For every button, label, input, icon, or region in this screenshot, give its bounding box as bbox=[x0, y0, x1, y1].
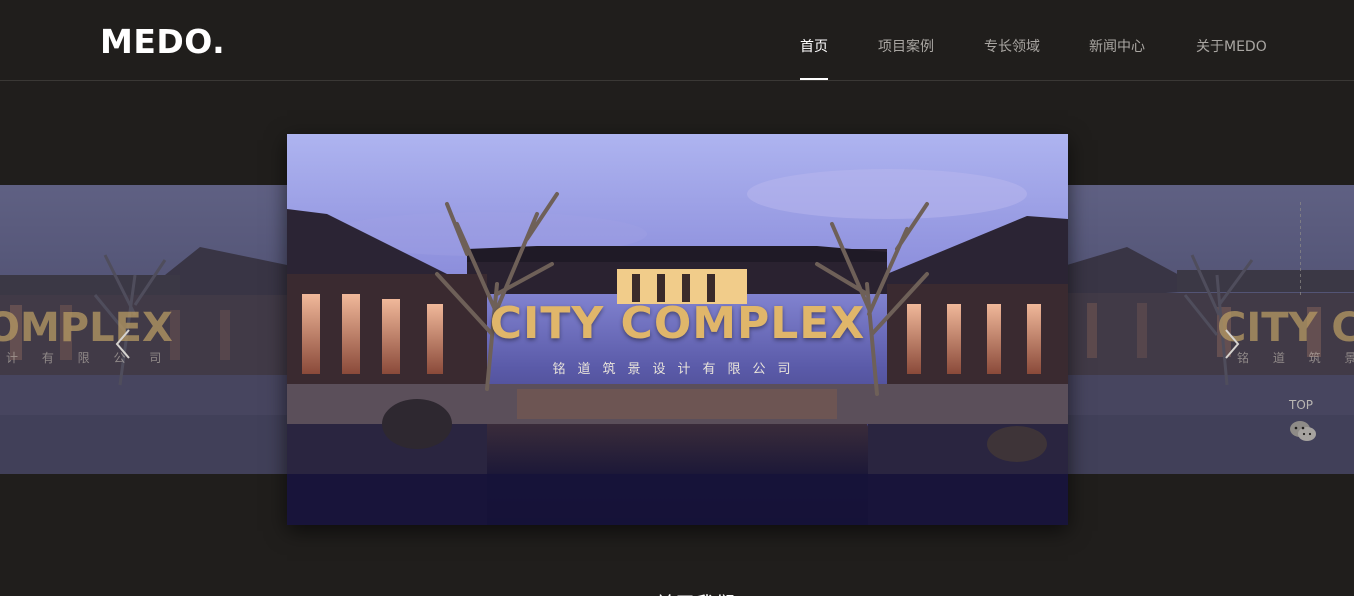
nav-item-home[interactable]: 首页 bbox=[800, 36, 828, 56]
slide-active-subtitle: 铭道筑景设计有限公司 bbox=[552, 362, 803, 377]
nav-item-news[interactable]: 新闻中心 bbox=[1089, 36, 1145, 56]
nav-item-expertise[interactable]: 专长领域 bbox=[984, 36, 1040, 56]
site-header: MEDO. 首页 项目案例 专长领域 新闻中心 关于MEDO bbox=[0, 0, 1354, 81]
back-to-top-button[interactable]: TOP bbox=[1289, 398, 1313, 412]
chevron-left-icon[interactable] bbox=[113, 326, 133, 362]
chevron-right-icon[interactable] bbox=[1222, 326, 1242, 362]
wechat-icon[interactable] bbox=[1289, 420, 1317, 442]
nav-item-about[interactable]: 关于MEDO bbox=[1196, 36, 1267, 56]
slide-prev-title: OMPLEX bbox=[0, 305, 173, 351]
slide-next-subtitle: 铭 道 筑 景 设 bbox=[1237, 351, 1354, 365]
slide-prev-subtitle: 计 有 限 公 司 bbox=[6, 351, 172, 365]
nav-active-indicator bbox=[800, 78, 828, 80]
page: MEDO. 首页 项目案例 专长领域 新闻中心 关于MEDO OMPLEX 计 … bbox=[0, 0, 1354, 596]
main-nav: 首页 项目案例 专长领域 新闻中心 关于MEDO bbox=[0, 36, 1354, 80]
side-divider bbox=[1300, 202, 1301, 297]
slide-active-title: CITY COMPLEX bbox=[489, 298, 866, 349]
section-heading-peek: 关于我们 bbox=[655, 588, 735, 596]
carousel-slide-prev[interactable]: OMPLEX 计 有 限 公 司 bbox=[0, 185, 287, 474]
nav-item-projects[interactable]: 项目案例 bbox=[878, 36, 934, 56]
